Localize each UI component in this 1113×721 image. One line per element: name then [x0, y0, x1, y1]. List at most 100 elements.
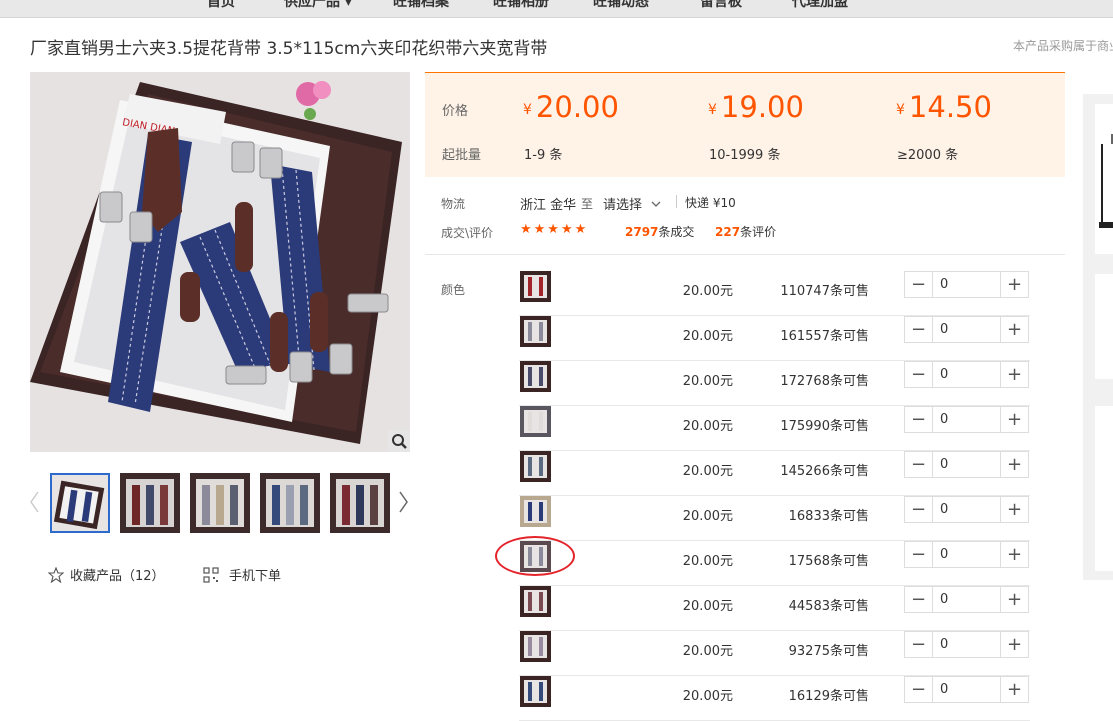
- decrease-button[interactable]: −: [905, 272, 933, 297]
- thumbnail-4[interactable]: [260, 473, 320, 533]
- logistics-label: 物流: [441, 197, 466, 211]
- quantity-input[interactable]: 0: [940, 502, 948, 517]
- decrease-button[interactable]: −: [905, 677, 933, 702]
- nav-item-guestbook[interactable]: 留言板: [700, 0, 742, 11]
- quantity-input[interactable]: 0: [940, 547, 948, 562]
- quantity-input[interactable]: 0: [940, 637, 948, 652]
- quantity-input[interactable]: 0: [940, 412, 948, 427]
- currency-symbol: ¥: [523, 102, 532, 118]
- increase-button[interactable]: +: [1000, 542, 1028, 567]
- sku-stock: 17568条可售: [788, 554, 869, 569]
- quantity-input[interactable]: 0: [940, 322, 948, 337]
- sku-row: 20.00元 16833条可售 −0 +: [519, 496, 1030, 541]
- nav-item-products[interactable]: 供应产品 ▾: [284, 0, 352, 11]
- thumb-prev-button[interactable]: [28, 488, 42, 516]
- review-suffix: 条评价: [740, 225, 777, 239]
- increase-button[interactable]: +: [1000, 587, 1028, 612]
- tier-price-3: ¥14.50: [896, 90, 992, 124]
- decrease-button[interactable]: −: [905, 317, 933, 342]
- decrease-button[interactable]: −: [905, 362, 933, 387]
- quantity-stepper: −0 +: [904, 451, 1029, 478]
- quantity-input[interactable]: 0: [940, 682, 948, 697]
- suspenders-box-illustration: DIAN DIAN: [30, 72, 410, 452]
- quantity-stepper: −0 +: [904, 316, 1029, 343]
- decrease-button[interactable]: −: [905, 542, 933, 567]
- tier-qty-3: ≥2000 条: [897, 148, 959, 163]
- main-product-image[interactable]: DIAN DIAN: [30, 72, 410, 452]
- sku-row: 20.00元 172768条可售 −0 +: [519, 361, 1030, 406]
- sku-stock: 172768条可售: [780, 374, 869, 389]
- product-title: 厂家直销男士六夹3.5提花背带 3.5*115cm六夹印花织带六夹宽背带: [30, 39, 548, 59]
- thumb-next-button[interactable]: [396, 488, 410, 516]
- sku-color-swatch[interactable]: [520, 406, 551, 437]
- side-product-card[interactable]: [1095, 274, 1113, 379]
- sku-row: 20.00元 110747条可售 −0 +: [519, 271, 1030, 316]
- quantity-stepper: −0 +: [904, 406, 1029, 433]
- sold-count: 2797: [625, 225, 659, 239]
- sku-price: 20.00元: [682, 599, 733, 614]
- side-recommend-panel: [1083, 94, 1113, 580]
- decrease-button[interactable]: −: [905, 497, 933, 522]
- increase-button[interactable]: +: [1000, 497, 1028, 522]
- sku-color-swatch[interactable]: [520, 676, 551, 707]
- sku-price: 20.00元: [682, 284, 733, 299]
- sku-row: 20.00元 17568条可售 −0 +: [519, 541, 1030, 586]
- side-product-image: [1099, 134, 1113, 228]
- favorite-product-button[interactable]: 收藏产品（12）: [47, 565, 165, 584]
- min-qty-label: 起批量: [442, 148, 482, 163]
- side-product-card[interactable]: [1095, 104, 1113, 254]
- quantity-input[interactable]: 0: [940, 367, 948, 382]
- review-count-link[interactable]: 227条评价: [715, 223, 776, 240]
- increase-button[interactable]: +: [1000, 407, 1028, 432]
- quantity-input[interactable]: 0: [940, 277, 948, 292]
- quantity-stepper: −0 +: [904, 541, 1029, 568]
- magnifier-icon: [392, 434, 407, 449]
- sku-color-swatch[interactable]: [520, 451, 551, 482]
- sku-color-swatch[interactable]: [520, 316, 551, 347]
- sold-count-link[interactable]: 2797条成交: [625, 223, 694, 240]
- sku-stock: 44583条可售: [788, 599, 869, 614]
- mobile-order-label: 手机下单: [229, 569, 282, 584]
- nav-item-archive[interactable]: 旺铺档案: [393, 0, 449, 11]
- section-divider: [425, 254, 1065, 255]
- sku-stock: 145266条可售: [780, 464, 869, 479]
- zoom-button[interactable]: [388, 430, 410, 452]
- thumbnail-1[interactable]: [50, 473, 110, 533]
- sku-color-swatch[interactable]: [520, 631, 551, 662]
- decrease-button[interactable]: −: [905, 407, 933, 432]
- increase-button[interactable]: +: [1000, 677, 1028, 702]
- sku-color-swatch[interactable]: [520, 586, 551, 617]
- nav-item-home[interactable]: 首页: [207, 0, 235, 11]
- ship-origin: 浙江 金华: [520, 198, 577, 213]
- increase-button[interactable]: +: [1000, 452, 1028, 477]
- quantity-input[interactable]: 0: [940, 592, 948, 607]
- decrease-button[interactable]: −: [905, 452, 933, 477]
- sku-color-swatch[interactable]: [520, 271, 551, 302]
- top-nav: 首页 供应产品 ▾ 旺铺档案 旺铺相册 旺铺动态 留言板 代理加盟: [0, 0, 1113, 18]
- tier-price-2: ¥19.00: [708, 90, 804, 124]
- sku-stock: 16129条可售: [788, 689, 869, 704]
- sku-color-swatch[interactable]: [520, 361, 551, 392]
- thumbnail-3[interactable]: [190, 473, 250, 533]
- quantity-input[interactable]: 0: [940, 457, 948, 472]
- destination-select[interactable]: 请选择: [603, 194, 662, 213]
- sku-color-swatch[interactable]: [520, 496, 551, 527]
- decrease-button[interactable]: −: [905, 632, 933, 657]
- quantity-stepper: −0 +: [904, 271, 1029, 298]
- decrease-button[interactable]: −: [905, 587, 933, 612]
- increase-button[interactable]: +: [1000, 272, 1028, 297]
- increase-button[interactable]: +: [1000, 362, 1028, 387]
- side-product-card[interactable]: [1095, 406, 1113, 571]
- increase-button[interactable]: +: [1000, 317, 1028, 342]
- sku-row: 20.00元 161557条可售 −0 +: [519, 316, 1030, 361]
- increase-button[interactable]: +: [1000, 632, 1028, 657]
- thumbnail-5[interactable]: [330, 473, 390, 533]
- thumbnail-2[interactable]: [120, 473, 180, 533]
- nav-item-agency[interactable]: 代理加盟: [792, 0, 848, 11]
- nav-item-news[interactable]: 旺铺动态: [593, 0, 649, 11]
- sku-stock: 110747条可售: [780, 284, 869, 299]
- nav-item-album[interactable]: 旺铺相册: [493, 0, 549, 11]
- mobile-order-button[interactable]: 手机下单: [203, 565, 281, 584]
- rating-stars: ★★★★★: [520, 222, 589, 237]
- chevron-down-icon: [651, 201, 661, 207]
